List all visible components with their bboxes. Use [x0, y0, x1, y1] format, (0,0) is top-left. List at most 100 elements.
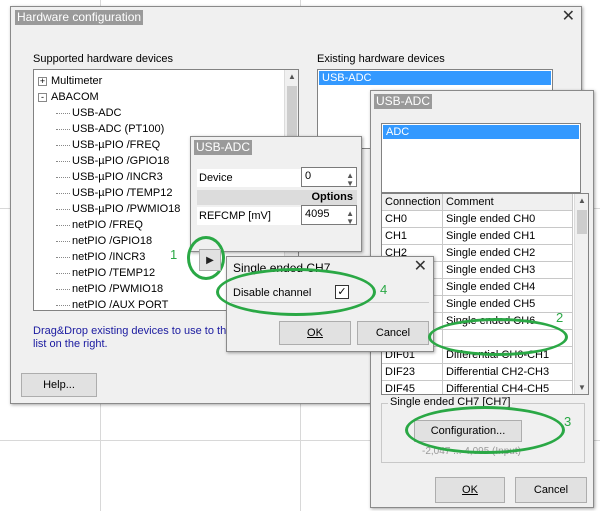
channel-title-bar: Single ended CH7 ✕ [227, 257, 433, 279]
tree-item-label: USB-µPIO /INCR3 [72, 171, 163, 183]
help-button[interactable]: Help... [21, 373, 97, 397]
window-title: Hardware configuration [15, 10, 144, 25]
usb-adc-options-window: USB-ADC Device 0 ▲ ▼ Options REFCMP [mV]… [190, 136, 362, 271]
tree-item-label: netPIO /PWMIO18 [72, 283, 164, 295]
channel-title: Single ended CH7 [233, 261, 331, 275]
tree-item[interactable]: USB-µPIO /PWMIO18 [56, 202, 180, 216]
tree-connector-icon [56, 272, 70, 274]
grid-scrollbar[interactable]: ▲ ▼ [574, 194, 588, 394]
annotation-number-2: 2 [556, 310, 564, 325]
existing-device-item[interactable]: USB-ADC [319, 71, 551, 85]
tree-item-label: ABACOM [51, 91, 99, 103]
grid-cell-connection[interactable]: DIF23 [382, 364, 443, 381]
tree-item[interactable]: USB-µPIO /INCR3 [56, 170, 163, 184]
tree-item[interactable]: netPIO /FREQ [56, 218, 143, 232]
scroll-down-icon[interactable]: ▼ [578, 383, 586, 392]
disable-channel-row: Disable channel ✓ [231, 283, 429, 303]
tree-item[interactable]: USB-ADC (PT100) [56, 122, 164, 136]
title-bar: Hardware configuration ✕ [11, 7, 581, 29]
configuration-button[interactable]: Configuration... [414, 420, 522, 442]
grid-cell-connection[interactable]: CH1 [382, 228, 443, 245]
aux-ok-button[interactable]: OK [435, 477, 505, 503]
tree-connector-icon [56, 256, 70, 258]
tree-item-label: Multimeter [51, 75, 103, 87]
drag-drop-hint: Drag&Drop existing devices to use to the… [33, 325, 233, 351]
collapse-icon[interactable]: - [38, 92, 47, 102]
aux-title-bar: USB-ADC [371, 91, 593, 113]
expand-icon[interactable]: + [38, 76, 47, 86]
disable-channel-checkbox[interactable]: ✓ [335, 285, 349, 299]
grid-cell-comment[interactable]: Differential CH4-CH5 [443, 381, 573, 394]
grid-cell-comment[interactable]: Differential CH0-CH1 [443, 347, 573, 364]
col-header-connection[interactable]: Connection [382, 194, 443, 211]
col-header-comment[interactable]: Comment [443, 194, 573, 211]
grid-cell-connection[interactable]: CH0 [382, 211, 443, 228]
tree-item[interactable]: netPIO /INCR3 [56, 250, 145, 264]
aux-cancel-button[interactable]: Cancel [515, 477, 587, 503]
tree-item[interactable]: netPIO /GPIO18 [56, 234, 152, 248]
existing-devices-label: Existing hardware devices [317, 53, 445, 65]
play-icon: ▶ [206, 255, 214, 266]
aux-title: USB-ADC [374, 94, 433, 109]
usbadc-title-bar: USB-ADC [191, 137, 361, 159]
tree-connector-icon [56, 144, 70, 146]
grid-cell-comment[interactable]: Single ended CH5 [443, 296, 573, 313]
annotation-number-4: 4 [380, 282, 388, 297]
scroll-up-icon[interactable]: ▲ [578, 196, 586, 205]
grid-cell-comment[interactable]: Single ended CH0 [443, 211, 573, 228]
grid-cell-comment[interactable]: Single ended CH2 [443, 245, 573, 262]
close-icon[interactable]: ✕ [414, 258, 427, 276]
tree-item-label: USB-µPIO /GPIO18 [72, 155, 170, 167]
spin-down-icon[interactable]: ▼ [346, 214, 354, 230]
close-icon[interactable]: ✕ [562, 8, 575, 26]
device-value: 0 [305, 170, 312, 182]
grid-cell-connection[interactable]: DIF45 [382, 381, 443, 394]
tree-connector-icon [56, 128, 70, 130]
range-text: -2,047 ... 4,095 (Input) [422, 446, 521, 457]
tree-item-label: USB-ADC [72, 107, 122, 119]
adc-list-item[interactable]: ADC [383, 125, 579, 139]
refcmp-label: REFCMP [mV] [197, 207, 301, 225]
channel-ok-button[interactable]: OK [279, 321, 351, 345]
tree-item-label: USB-µPIO /FREQ [72, 139, 161, 151]
tree-item[interactable]: USB-µPIO /TEMP12 [56, 186, 172, 200]
grid-cell-comment[interactable]: Single ended CH6 [443, 313, 573, 330]
tree-connector-icon [56, 240, 70, 242]
tree-item-label: USB-µPIO /TEMP12 [72, 187, 173, 199]
options-small-button[interactable]: ▶ [199, 249, 221, 271]
adc-list[interactable]: ADC [381, 123, 581, 193]
grid-cell-comment[interactable]: Single ended CH3 [443, 262, 573, 279]
grid-cell-comment[interactable]: Single ended CH7 [443, 330, 573, 347]
tree-item[interactable]: USB-ADC [56, 106, 122, 120]
tree-item[interactable]: - ABACOM [38, 90, 99, 104]
supported-devices-label: Supported hardware devices [33, 53, 174, 65]
tree-item-label: netPIO /AUX PORT [72, 299, 169, 311]
group-label: Single ended CH7 [CH7] [388, 396, 513, 408]
tree-item-label: USB-ADC (PT100) [72, 123, 165, 135]
scroll-up-icon[interactable]: ▲ [288, 72, 296, 81]
grid-cell-comment[interactable]: Differential CH2-CH3 [443, 364, 573, 381]
device-label: Device [197, 169, 301, 187]
tree-item[interactable]: USB-µPIO /FREQ [56, 138, 160, 152]
refcmp-spinner[interactable]: 4095 ▲ ▼ [301, 205, 357, 226]
refcmp-value: 4095 [305, 208, 330, 220]
tree-item[interactable]: + Multimeter [38, 74, 102, 88]
tree-item[interactable]: netPIO /PWMIO18 [56, 282, 163, 296]
options-header: Options [197, 190, 357, 205]
channel-cancel-button[interactable]: Cancel [357, 321, 429, 345]
tree-connector-icon [56, 176, 70, 178]
annotation-number-1: 1 [170, 247, 178, 262]
single-ended-ch7-dialog: Single ended CH7 ✕ Disable channel ✓ OK … [226, 256, 434, 352]
tree-item-label: netPIO /GPIO18 [72, 235, 153, 247]
scroll-thumb[interactable] [577, 210, 587, 234]
grid-cell-comment[interactable]: Single ended CH4 [443, 279, 573, 296]
checkmark-icon: ✓ [337, 286, 347, 298]
grid-cell-comment[interactable]: Single ended CH1 [443, 228, 573, 245]
tree-item[interactable]: netPIO /AUX PORT [56, 298, 169, 311]
hint-text: Drag&Drop existing devices to use to the… [33, 325, 233, 350]
tree-item[interactable]: netPIO /TEMP12 [56, 266, 155, 280]
tree-item-label: netPIO /INCR3 [72, 251, 146, 263]
tree-connector-icon [56, 304, 70, 306]
tree-item[interactable]: USB-µPIO /GPIO18 [56, 154, 169, 168]
device-spinner[interactable]: 0 ▲ ▼ [301, 167, 357, 188]
